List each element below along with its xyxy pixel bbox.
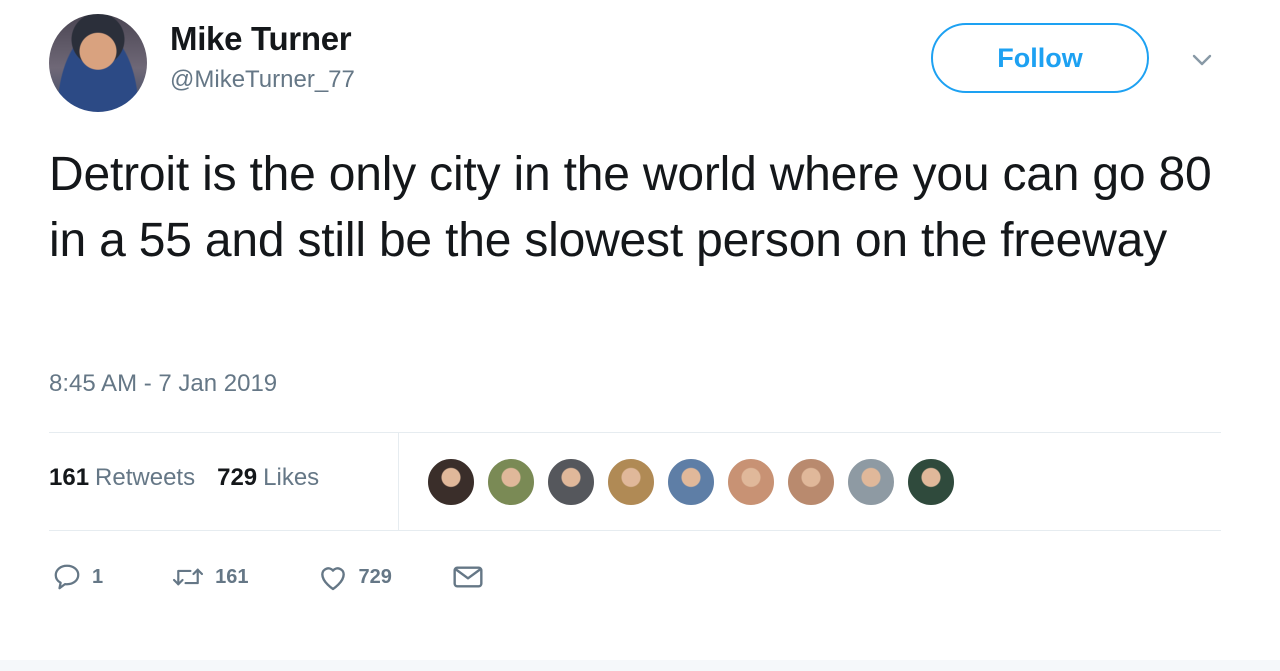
user-handle[interactable]: @MikeTurner_77 [170, 66, 355, 94]
tweet-actions: 1 161 729 [52, 562, 484, 592]
retweets-label: Retweets [95, 464, 196, 491]
heart-icon [317, 562, 349, 592]
retweet-icon [171, 562, 205, 592]
like-button[interactable]: 729 [317, 562, 392, 592]
chevron-down-icon[interactable] [1190, 50, 1214, 70]
user-name[interactable]: Mike Turner [170, 20, 352, 58]
envelope-icon [452, 563, 484, 591]
page-footer-strip [0, 660, 1280, 671]
follow-button[interactable]: Follow [931, 23, 1149, 93]
liker-avatars [425, 456, 965, 508]
liker-avatar[interactable] [485, 456, 537, 508]
liker-avatar[interactable] [905, 456, 957, 508]
tweet-card: Mike Turner @MikeTurner_77 Follow Detroi… [0, 0, 1280, 671]
retweets-count: 161 [49, 464, 90, 491]
tweet-stats: 161 Retweets 729 Likes [49, 464, 319, 492]
reply-button[interactable]: 1 [52, 562, 103, 592]
divider [49, 530, 1221, 531]
liker-avatar[interactable] [545, 456, 597, 508]
liker-avatar[interactable] [425, 456, 477, 508]
liker-avatar[interactable] [785, 456, 837, 508]
divider [49, 432, 1221, 433]
retweet-count: 161 [215, 565, 249, 588]
likes-label: Likes [263, 464, 320, 491]
like-count: 729 [358, 565, 392, 588]
tweet-text: Detroit is the only city in the world wh… [49, 148, 1212, 267]
liker-avatar[interactable] [845, 456, 897, 508]
liker-avatar[interactable] [725, 456, 777, 508]
avatar[interactable] [49, 14, 147, 112]
stats-separator [398, 433, 399, 530]
tweet-timestamp[interactable]: 8:45 AM - 7 Jan 2019 [49, 370, 277, 398]
direct-message-button[interactable] [452, 563, 484, 591]
reply-icon [52, 562, 82, 592]
likes-stat[interactable]: 729 Likes [217, 464, 319, 492]
liker-avatar[interactable] [605, 456, 657, 508]
retweets-stat[interactable]: 161 Retweets [49, 464, 195, 492]
reply-count: 1 [92, 565, 104, 588]
likes-count: 729 [217, 464, 258, 491]
liker-avatar[interactable] [665, 456, 717, 508]
retweet-button[interactable]: 161 [171, 562, 249, 592]
